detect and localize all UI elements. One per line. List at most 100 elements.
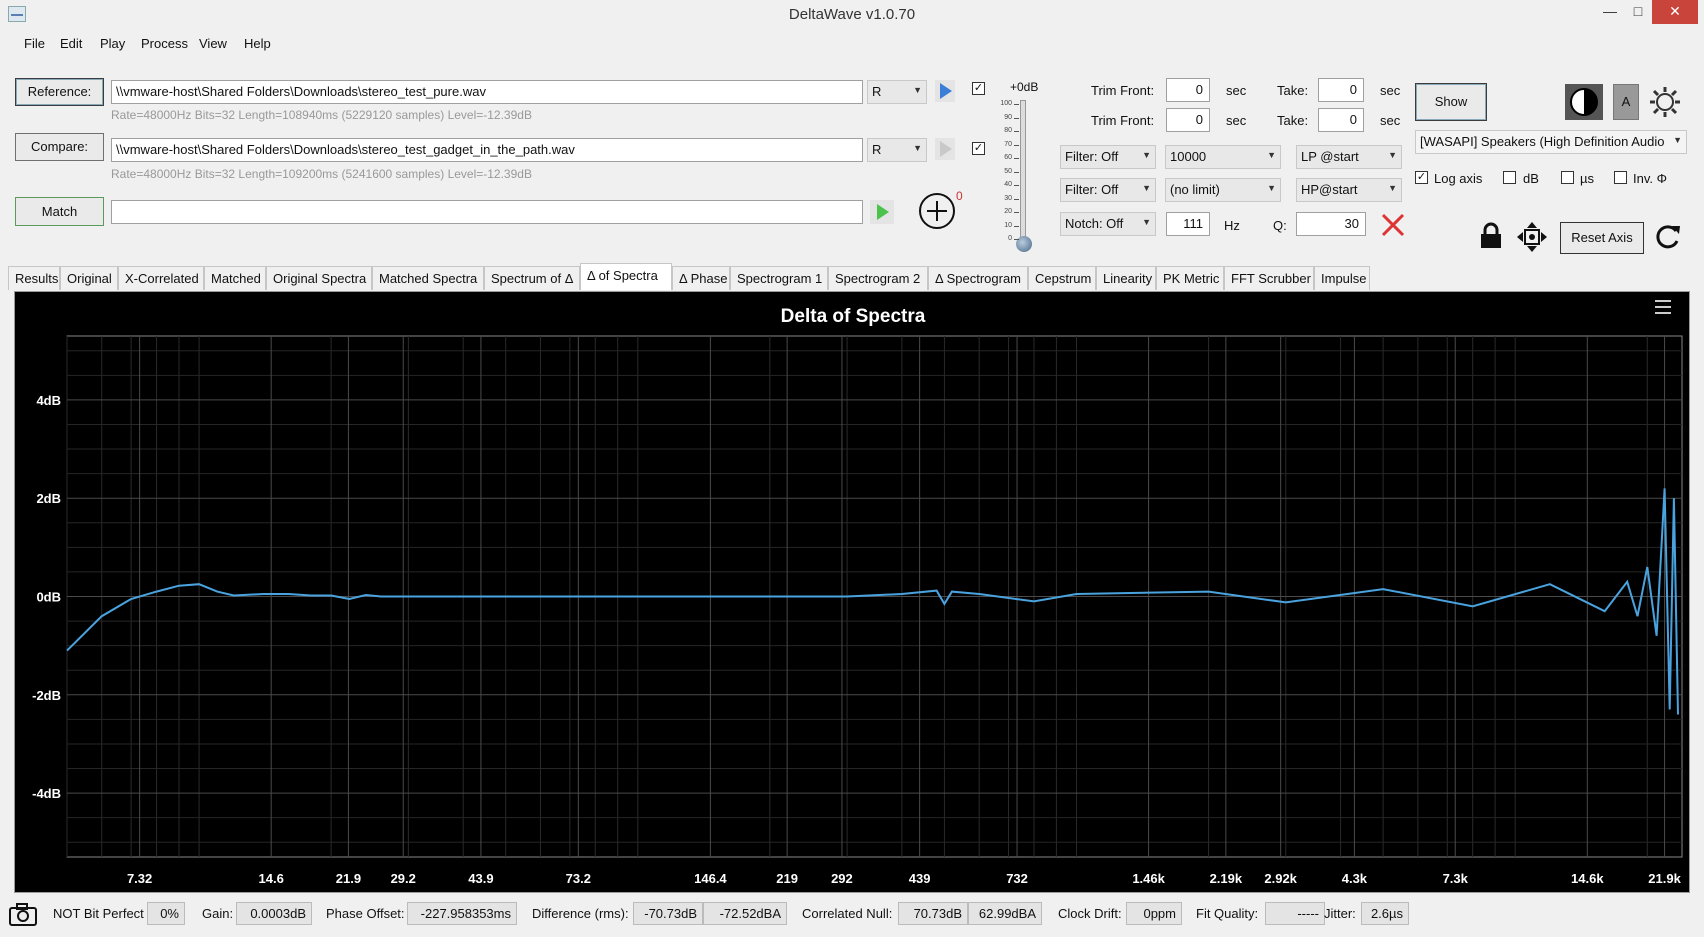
invert-phase-checkbox[interactable]: [1614, 171, 1627, 184]
tab-original-spectra[interactable]: Original Spectra: [266, 266, 372, 290]
filter1-freq-select[interactable]: 10000 ▼: [1165, 145, 1281, 169]
filter1-type-select[interactable]: LP @start ▼: [1296, 145, 1402, 169]
match-button[interactable]: Match: [15, 197, 104, 226]
trim-front-input-2[interactable]: 0: [1166, 108, 1210, 132]
filter1-type-value: LP @start: [1301, 149, 1359, 164]
reference-path-input[interactable]: \\vmware-host\Shared Folders\Downloads\s…: [111, 80, 863, 104]
tab-matched-spectra[interactable]: Matched Spectra: [372, 266, 484, 290]
tab-matched[interactable]: Matched: [204, 266, 266, 290]
volume-tick-label: 90: [1004, 113, 1012, 121]
volume-tick-label: 0: [1008, 235, 1012, 242]
tab-of-spectra[interactable]: Δ of Spectra: [580, 263, 672, 290]
tab-original[interactable]: Original: [60, 266, 118, 290]
take-input-2[interactable]: 0: [1318, 108, 1364, 132]
invert-phase-label: Inv. Φ: [1633, 171, 1667, 186]
camera-icon[interactable]: [8, 901, 38, 927]
filter2-freq-select[interactable]: (no limit) ▼: [1165, 178, 1281, 202]
microseconds-checkbox[interactable]: [1561, 171, 1574, 184]
correlated-null-label: Correlated Null:: [802, 906, 893, 921]
trim-front-input-1[interactable]: 0: [1166, 78, 1210, 102]
volume-tick-mark: [1014, 131, 1019, 132]
reference-enable-checkbox[interactable]: ✓: [972, 82, 985, 95]
delta-of-spectra-chart[interactable]: Delta of Spectra 7.32 14.6 21.9 29.2 43.9 73.2…: [15, 292, 1691, 894]
tab-spectrogram-2[interactable]: Spectrogram 2: [828, 266, 928, 290]
chart-settings-icon[interactable]: [1655, 300, 1671, 314]
tab-spectrogram[interactable]: Δ Spectrogram: [928, 266, 1028, 290]
filter2-mode-select[interactable]: Filter: Off ▼: [1060, 178, 1156, 202]
phase-offset-value: -227.958353ms: [407, 902, 517, 925]
menu-bar: File Edit Play Process View Help: [0, 32, 1704, 56]
compare-path-input[interactable]: \\vmware-host\Shared Folders\Downloads\s…: [111, 138, 863, 162]
refresh-icon[interactable]: [1652, 222, 1682, 252]
a-weighting-button[interactable]: A: [1613, 84, 1639, 120]
menu-help[interactable]: Help: [244, 36, 271, 51]
window-title: DeltaWave v1.0.70: [788, 6, 916, 23]
gear-icon[interactable]: [1648, 85, 1682, 119]
contrast-icon[interactable]: [1565, 84, 1603, 120]
close-button[interactable]: ✕: [1652, 0, 1698, 24]
x-tick-label: 732: [1006, 871, 1028, 886]
reference-channel-value: R: [872, 84, 882, 99]
tab-linearity[interactable]: Linearity: [1096, 266, 1156, 290]
y-tick-label: -4dB: [32, 786, 61, 801]
x-tick-label: 43.9: [468, 871, 493, 886]
filter2-type-select[interactable]: HP@start ▼: [1296, 178, 1402, 202]
show-button[interactable]: Show: [1415, 83, 1487, 121]
notch-mode-select[interactable]: Notch: Off ▼: [1060, 212, 1156, 236]
chevron-down-icon: ▼: [1142, 217, 1151, 227]
compare-button[interactable]: Compare:: [15, 133, 104, 161]
log-axis-label: Log axis: [1434, 171, 1483, 186]
db-checkbox[interactable]: [1503, 171, 1516, 184]
filter1-mode-select[interactable]: Filter: Off ▼: [1060, 145, 1156, 169]
volume-slider-track[interactable]: [1020, 100, 1026, 245]
lock-icon[interactable]: [1478, 222, 1504, 250]
difference-label: Difference (rms):: [532, 906, 629, 921]
tab-spectrum-of[interactable]: Spectrum of Δ: [484, 266, 580, 290]
clear-filters-icon[interactable]: [1380, 212, 1406, 238]
volume-tick-label: 20: [1004, 208, 1012, 215]
x-tick-label: 292: [831, 871, 853, 886]
tab-results[interactable]: Results: [8, 266, 60, 290]
y-tick-label: 4dB: [36, 393, 61, 408]
clock-drift-label: Clock Drift:: [1058, 906, 1122, 921]
compare-channel-select[interactable]: R ▼: [867, 138, 927, 162]
filter1-mode-value: Filter: Off: [1065, 149, 1119, 164]
chevron-down-icon: ▼: [1142, 150, 1151, 160]
compare-enable-checkbox[interactable]: ✓: [972, 142, 985, 155]
play-compare-icon[interactable]: [935, 138, 955, 160]
tab-fft-scrubber[interactable]: FFT Scrubber: [1224, 266, 1314, 290]
reference-info: Rate=48000Hz Bits=32 Length=108940ms (52…: [111, 108, 532, 122]
output-device-select[interactable]: [WASAPI] Speakers (High Definition Audio…: [1415, 130, 1687, 154]
x-tick-label: 439: [909, 871, 931, 886]
tab-impulse[interactable]: Impulse: [1314, 266, 1370, 290]
menu-edit[interactable]: Edit: [60, 36, 82, 51]
x-tick-label: 2.19k: [1210, 871, 1243, 886]
notch-freq-input[interactable]: 111: [1166, 212, 1210, 236]
tab-spectrogram-1[interactable]: Spectrogram 1: [730, 266, 828, 290]
play-reference-icon[interactable]: [935, 80, 955, 102]
add-plus-icon[interactable]: [917, 191, 957, 231]
x-tick-label: 146.4: [694, 871, 727, 886]
play-match-icon[interactable]: [870, 200, 894, 224]
menu-view[interactable]: View: [199, 36, 227, 51]
tab-pk-metric[interactable]: PK Metric: [1156, 266, 1224, 290]
tab-x-correlated[interactable]: X-Correlated: [118, 266, 204, 290]
trim-front-label-1: Trim Front:: [1091, 83, 1155, 98]
pan-move-icon[interactable]: [1516, 221, 1548, 253]
reference-channel-select[interactable]: R ▼: [867, 80, 927, 104]
volume-tick-mark: [1014, 212, 1019, 213]
tab-cepstrum[interactable]: Cepstrum: [1028, 266, 1096, 290]
volume-tick-label: 100: [1000, 100, 1012, 107]
log-axis-checkbox[interactable]: ✓: [1415, 171, 1428, 184]
reference-button[interactable]: Reference:: [15, 78, 104, 106]
reset-axis-button[interactable]: Reset Axis: [1560, 222, 1644, 254]
volume-tick-mark: [1014, 239, 1019, 240]
volume-tick-mark: [1014, 158, 1019, 159]
menu-process[interactable]: Process: [141, 36, 188, 51]
menu-play[interactable]: Play: [100, 36, 125, 51]
tab-phase[interactable]: Δ Phase: [672, 266, 730, 290]
menu-file[interactable]: File: [24, 36, 45, 51]
gain-value: 0.0003dB: [236, 902, 312, 925]
take-input-1[interactable]: 0: [1318, 78, 1364, 102]
notch-q-input[interactable]: 30: [1296, 212, 1366, 236]
